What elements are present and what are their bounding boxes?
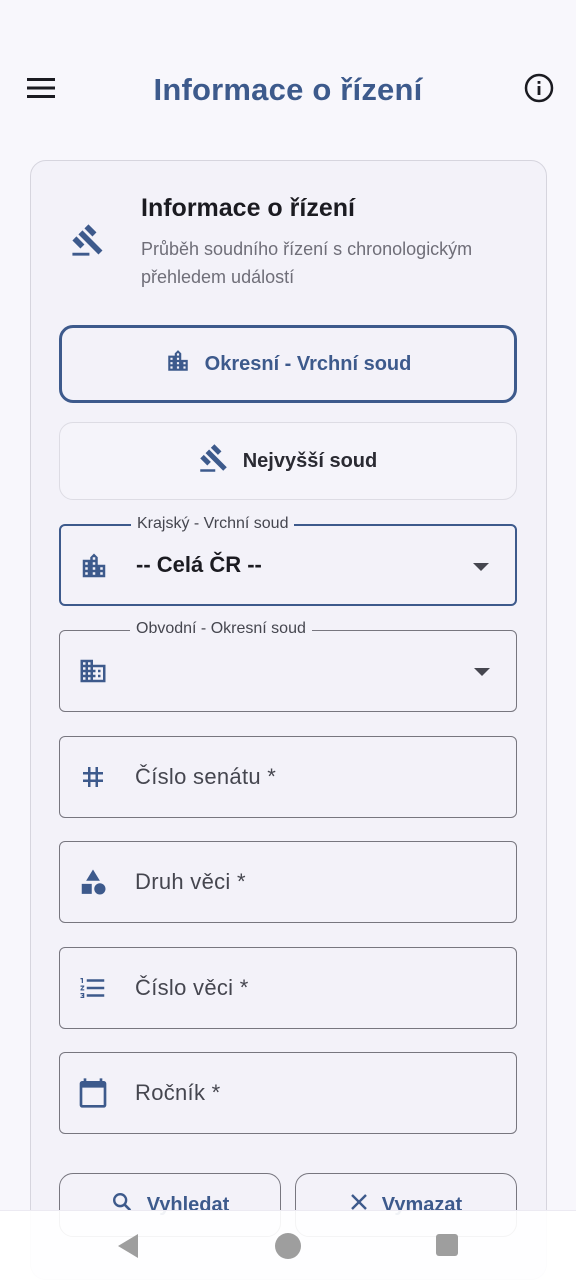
building-icon bbox=[165, 348, 191, 380]
menu-icon bbox=[27, 77, 55, 104]
case-info-card: Informace o řízení Průběh soudního řízen… bbox=[30, 160, 547, 1280]
numbered-list-icon bbox=[77, 972, 109, 1004]
info-button[interactable] bbox=[520, 72, 558, 108]
top-app-bar: Informace o řízení bbox=[0, 56, 576, 124]
year-field[interactable]: Ročník * bbox=[59, 1052, 517, 1134]
court-option-label: Nejvyšší soud bbox=[242, 449, 378, 472]
card-title: Informace o řízení bbox=[141, 194, 355, 222]
regional-court-value: -- Celá ČR -- bbox=[136, 552, 262, 577]
back-icon[interactable] bbox=[116, 1233, 140, 1264]
case-type-placeholder: Druh věci * bbox=[135, 869, 246, 894]
building-icon bbox=[78, 550, 110, 582]
district-court-label: Obvodní - Okresní soud bbox=[130, 619, 312, 639]
court-option-supreme[interactable]: Nejvyšší soud bbox=[59, 422, 517, 500]
district-court-dropdown[interactable]: Obvodní - Okresní soud bbox=[59, 619, 517, 712]
senate-number-placeholder: Číslo senátu * bbox=[135, 764, 277, 789]
gavel-icon bbox=[71, 223, 105, 262]
home-icon[interactable] bbox=[275, 1233, 301, 1259]
recents-icon[interactable] bbox=[436, 1234, 458, 1256]
card-subtitle: Průběh soudního řízení s chronologickým … bbox=[141, 239, 473, 287]
chevron-down-icon bbox=[473, 563, 489, 571]
info-icon bbox=[524, 73, 554, 108]
regional-court-label: Krajský - Vrchní soud bbox=[131, 514, 295, 534]
court-option-label: Okresní - Vrchní soud bbox=[204, 352, 412, 375]
case-type-field[interactable]: Druh věci * bbox=[59, 841, 517, 923]
court-option-district-high[interactable]: Okresní - Vrchní soud bbox=[59, 325, 517, 403]
case-number-field[interactable]: Číslo věci * bbox=[59, 947, 517, 1029]
chevron-down-icon bbox=[474, 668, 490, 676]
gavel-icon bbox=[199, 443, 229, 479]
shapes-icon bbox=[77, 866, 109, 898]
calendar-icon bbox=[77, 1077, 109, 1109]
menu-button[interactable] bbox=[22, 72, 60, 108]
regional-court-dropdown[interactable]: Krajský - Vrchní soud -- Celá ČR -- bbox=[59, 514, 517, 606]
building-alt-icon bbox=[77, 655, 109, 687]
senate-number-field[interactable]: Číslo senátu * bbox=[59, 736, 517, 818]
page-title: Informace o řízení bbox=[153, 72, 423, 107]
hash-icon bbox=[77, 761, 109, 793]
year-placeholder: Ročník * bbox=[135, 1080, 221, 1105]
system-nav-bar bbox=[0, 1210, 576, 1280]
card-header: Informace o řízení Průběh soudního řízen… bbox=[31, 161, 546, 311]
case-number-placeholder: Číslo věci * bbox=[135, 975, 249, 1000]
